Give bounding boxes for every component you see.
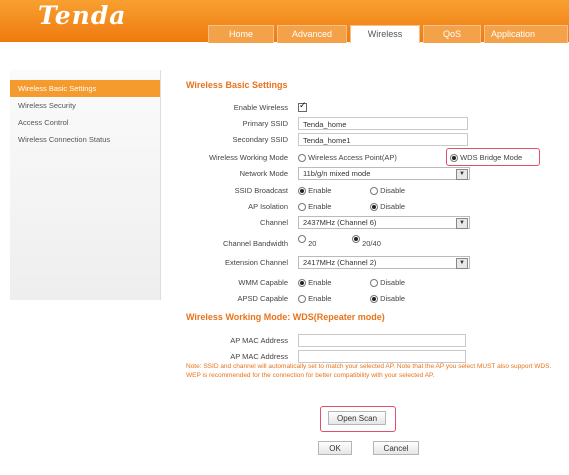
wds-note: Note: SSID and channel will automaticall… [186,363,552,379]
enable-wireless-label: Enable Wireless [233,103,288,112]
wds-mode-label: WDS Bridge Mode [460,153,523,162]
ap-mode-radio[interactable] [298,154,306,163]
ssid-broadcast-enable-label: Enable [308,186,332,195]
bandwidth-2040-option[interactable]: 20/40 [352,235,381,248]
row-channel: Channel 2437MHz (Channel 6) ▼ [186,215,569,231]
wmm-disable[interactable]: Disable [370,278,406,288]
channel-bandwidth-label: Channel Bandwidth [222,239,288,248]
tab-advanced[interactable]: Advanced [277,25,347,43]
wmm-disable-radio[interactable] [370,279,378,288]
chevron-down-icon: ▼ [456,169,468,180]
network-mode-select[interactable]: 11b/g/n mixed mode ▼ [298,167,470,180]
row-apsd: APSD Capable Enable Disable [186,291,569,307]
sidebar-item-wireless-security[interactable]: Wireless Security [10,97,160,114]
apsd-enable-label: Enable [308,294,332,303]
wmm-enable-label: Enable [308,278,332,287]
secondary-ssid-label: Secondary SSID [232,135,288,144]
working-mode-wds-option[interactable]: WDS Bridge Mode [450,153,523,163]
ap-isolation-disable-radio[interactable] [370,203,378,212]
ap-isolation-disable-label: Disable [380,202,406,211]
extension-channel-value: 2417MHz (Channel 2) [303,258,377,267]
ap-mode-label: Wireless Access Point(AP) [308,153,397,162]
ap-isolation-disable[interactable]: Disable [370,202,406,212]
extension-channel-select[interactable]: 2417MHz (Channel 2) ▼ [298,256,470,269]
ap-mac-label-2: AP MAC Address [230,352,288,361]
ap-mac-input-2[interactable] [298,350,466,363]
ok-button[interactable]: OK [318,441,352,455]
apsd-disable-radio[interactable] [370,295,378,304]
chevron-down-icon: ▼ [456,258,468,269]
tab-qos[interactable]: QoS [423,25,481,43]
working-mode-label: Wireless Working Mode [208,153,288,162]
row-network-mode: Network Mode 11b/g/n mixed mode ▼ [186,166,569,182]
network-mode-label: Network Mode [239,169,288,178]
cancel-button[interactable]: Cancel [373,441,419,455]
chevron-down-icon: ▼ [456,218,468,229]
wmm-label: WMM Capable [238,278,288,287]
sidebar-item-access-control[interactable]: Access Control [10,114,160,131]
row-secondary-ssid: Secondary SSID Tenda_home1 [186,132,569,148]
channel-select[interactable]: 2437MHz (Channel 6) ▼ [298,216,470,229]
wmm-enable[interactable]: Enable [298,278,332,288]
extension-channel-label: Extension Channel [225,258,288,267]
bandwidth-2040-label: 20/40 [362,239,381,248]
sidebar-item-wireless-basic-settings[interactable]: Wireless Basic Settings [10,80,160,97]
row-ap-mac-1: AP MAC Address [186,333,569,349]
open-scan-button[interactable]: Open Scan [328,411,386,425]
sidebar-item-wireless-connection-status[interactable]: Wireless Connection Status [10,131,160,148]
working-mode-ap-option[interactable]: Wireless Access Point(AP) [298,153,397,163]
primary-ssid-input[interactable]: Tenda_home [298,117,468,130]
row-enable-wireless: Enable Wireless [186,100,569,116]
channel-value: 2437MHz (Channel 6) [303,218,377,227]
bandwidth-20-radio[interactable] [298,235,306,243]
wmm-disable-label: Disable [380,278,406,287]
row-channel-bandwidth: Channel Bandwidth 20 20/40 [186,234,569,250]
tenda-logo: Tenda [38,1,127,30]
ap-isolation-enable[interactable]: Enable [298,202,332,212]
ap-isolation-enable-label: Enable [308,202,332,211]
ssid-broadcast-disable-radio[interactable] [370,187,378,196]
primary-ssid-label: Primary SSID [242,119,288,128]
section-title-wds: Wireless Working Mode: WDS(Repeater mode… [186,312,385,322]
ssid-broadcast-label: SSID Broadcast [234,186,288,195]
apsd-label: APSD Capable [237,294,288,303]
apsd-enable[interactable]: Enable [298,294,332,304]
row-working-mode: Wireless Working Mode Wireless Access Po… [186,148,569,166]
row-extension-channel: Extension Channel 2417MHz (Channel 2) ▼ [186,255,569,271]
network-mode-value: 11b/g/n mixed mode [303,169,371,178]
section-title-basic: Wireless Basic Settings [186,80,288,90]
row-primary-ssid: Primary SSID Tenda_home [186,116,569,132]
sidebar: Wireless Basic Settings Wireless Securit… [10,70,161,300]
ap-mac-label-1: AP MAC Address [230,336,288,345]
apsd-enable-radio[interactable] [298,295,306,304]
secondary-ssid-input[interactable]: Tenda_home1 [298,133,468,146]
bandwidth-2040-radio[interactable] [352,235,360,243]
row-ap-isolation: AP Isolation Enable Disable [186,199,569,215]
ssid-broadcast-enable[interactable]: Enable [298,186,332,196]
ap-isolation-label: AP Isolation [248,202,288,211]
ap-isolation-enable-radio[interactable] [298,203,306,212]
ap-mac-input-1[interactable] [298,334,466,347]
apsd-disable[interactable]: Disable [370,294,406,304]
row-ssid-broadcast: SSID Broadcast Enable Disable [186,183,569,199]
ssid-broadcast-disable[interactable]: Disable [370,186,406,196]
tab-home[interactable]: Home [208,25,274,43]
ssid-broadcast-enable-radio[interactable] [298,187,306,196]
channel-label: Channel [260,218,288,227]
tab-wireless[interactable]: Wireless [350,25,420,43]
bandwidth-20-label: 20 [308,239,317,248]
apsd-disable-label: Disable [380,294,406,303]
ssid-broadcast-disable-label: Disable [380,186,406,195]
tab-application[interactable]: Application [484,25,568,43]
wmm-enable-radio[interactable] [298,279,306,288]
bandwidth-20-option[interactable]: 20 [298,235,316,248]
row-wmm: WMM Capable Enable Disable [186,275,569,291]
header-bar: Tenda Home Advanced Wireless QoS Applica… [0,0,569,43]
wds-mode-radio[interactable] [450,154,458,163]
main-tabs: Home Advanced Wireless QoS Application [208,25,569,43]
